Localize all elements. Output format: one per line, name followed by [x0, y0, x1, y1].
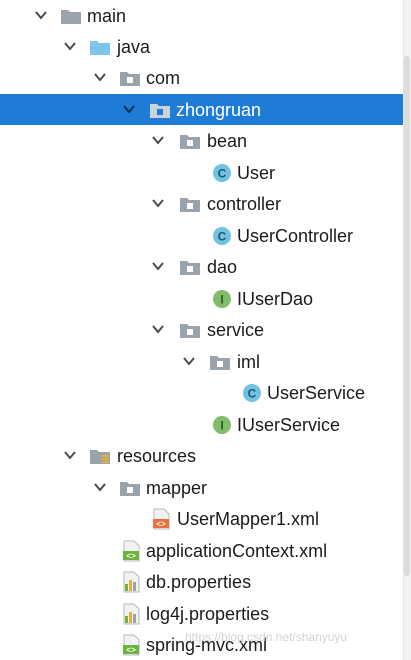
- interface-badge-letter: I: [220, 293, 223, 307]
- chevron-down-icon[interactable]: [121, 101, 137, 117]
- tree-node-db-properties[interactable]: db.properties: [0, 566, 411, 597]
- tree-node-resources[interactable]: resources: [0, 440, 411, 471]
- tree-node-label: UserController: [237, 226, 354, 246]
- folder-icon: [120, 482, 140, 496]
- tree-node-iuser-dao[interactable]: I IUserDao: [0, 283, 411, 314]
- svg-text:<>: <>: [126, 647, 136, 656]
- chevron-down-icon[interactable]: [150, 258, 166, 274]
- scrollbar-thumb[interactable]: [404, 56, 410, 576]
- spring-xml-file-icon: <>: [123, 540, 140, 562]
- tree-node-label: User: [237, 163, 276, 183]
- resources-folder-icon: [90, 450, 110, 464]
- tree-node-dao[interactable]: dao: [0, 251, 411, 282]
- chevron-down-icon[interactable]: [150, 321, 166, 337]
- properties-file-icon: [123, 571, 140, 593]
- tree-node-label: com: [146, 68, 181, 88]
- tree-node-label: service: [207, 320, 265, 340]
- interface-badge-letter: I: [220, 419, 223, 433]
- tree-node-log4j-properties[interactable]: log4j.properties: [0, 598, 411, 629]
- tree-node-controller[interactable]: controller: [0, 188, 411, 219]
- xml-file-icon: <>: [153, 508, 170, 530]
- interface-icon: I: [213, 416, 231, 434]
- chevron-down-icon[interactable]: [62, 447, 78, 463]
- chevron-down-icon[interactable]: [150, 195, 166, 211]
- svg-text:<>: <>: [156, 521, 166, 530]
- package-icon: [180, 261, 200, 275]
- chevron-down-icon[interactable]: [150, 132, 166, 148]
- tree-node-label: main: [87, 6, 127, 26]
- spring-xml-file-icon: <>: [123, 634, 140, 656]
- tree-node-user-controller[interactable]: C UserController: [0, 220, 411, 251]
- tree-node-label: IUserService: [237, 415, 341, 435]
- tree-node-user-mapper-xml[interactable]: <> UserMapper1.xml: [0, 503, 411, 534]
- tree-node-label: applicationContext.xml: [146, 541, 328, 561]
- chevron-down-icon[interactable]: [62, 38, 78, 54]
- tree-node-mapper[interactable]: mapper: [0, 472, 411, 503]
- package-icon: [180, 324, 200, 338]
- tree-node-user[interactable]: C User: [0, 157, 411, 188]
- tree-node-label: UserMapper1.xml: [177, 509, 320, 529]
- tree-node-label: java: [117, 37, 151, 57]
- tree-node-com[interactable]: com: [0, 62, 411, 93]
- class-badge-letter: C: [218, 167, 227, 181]
- tree-node-label: db.properties: [146, 572, 252, 592]
- package-icon: [120, 72, 140, 86]
- tree-node-label: bean: [207, 131, 248, 151]
- tree-node-iml[interactable]: iml: [0, 346, 411, 377]
- package-icon: [180, 135, 200, 149]
- package-icon: [210, 356, 230, 370]
- tree-node-label: IUserDao: [237, 289, 314, 309]
- properties-file-icon: [123, 603, 140, 625]
- class-icon: C: [213, 227, 231, 245]
- source-folder-icon: [90, 41, 110, 55]
- tree-node-zhongruan[interactable]: zhongruan: [0, 94, 411, 125]
- class-badge-letter: C: [248, 387, 257, 401]
- chevron-down-icon[interactable]: [92, 479, 108, 495]
- tree-node-label: resources: [117, 446, 197, 466]
- chevron-down-icon[interactable]: [181, 353, 197, 369]
- class-badge-letter: C: [218, 230, 227, 244]
- tree-node-java[interactable]: java: [0, 31, 411, 62]
- chevron-down-icon[interactable]: [92, 69, 108, 85]
- folder-icon: [61, 10, 81, 24]
- tree-node-application-context-xml[interactable]: <> applicationContext.xml: [0, 535, 411, 566]
- package-icon: [150, 104, 170, 118]
- svg-text:<>: <>: [126, 553, 136, 562]
- tree-node-label: zhongruan: [176, 100, 262, 120]
- tree-node-service[interactable]: service: [0, 314, 411, 345]
- tree-node-bean[interactable]: bean: [0, 125, 411, 156]
- chevron-down-icon[interactable]: [33, 7, 49, 23]
- tree-node-iuser-service[interactable]: I IUserService: [0, 409, 411, 440]
- tree-node-label: dao: [207, 257, 238, 277]
- tree-node-label: log4j.properties: [146, 604, 270, 624]
- package-icon: [180, 198, 200, 212]
- tree-node-main[interactable]: main: [0, 0, 411, 31]
- tree-node-label: UserService: [267, 383, 366, 403]
- class-icon: C: [243, 384, 261, 402]
- interface-icon: I: [213, 290, 231, 308]
- tree-node-label: mapper: [146, 478, 208, 498]
- watermark: https://blog.csdn.net/shanyuyu: [185, 630, 348, 644]
- tree-node-user-service[interactable]: C UserService: [0, 377, 411, 408]
- project-tree: main java com zhongruan bean C User cont…: [0, 0, 411, 660]
- tree-node-label: controller: [207, 194, 282, 214]
- class-icon: C: [213, 164, 231, 182]
- tree-node-label: iml: [237, 352, 260, 372]
